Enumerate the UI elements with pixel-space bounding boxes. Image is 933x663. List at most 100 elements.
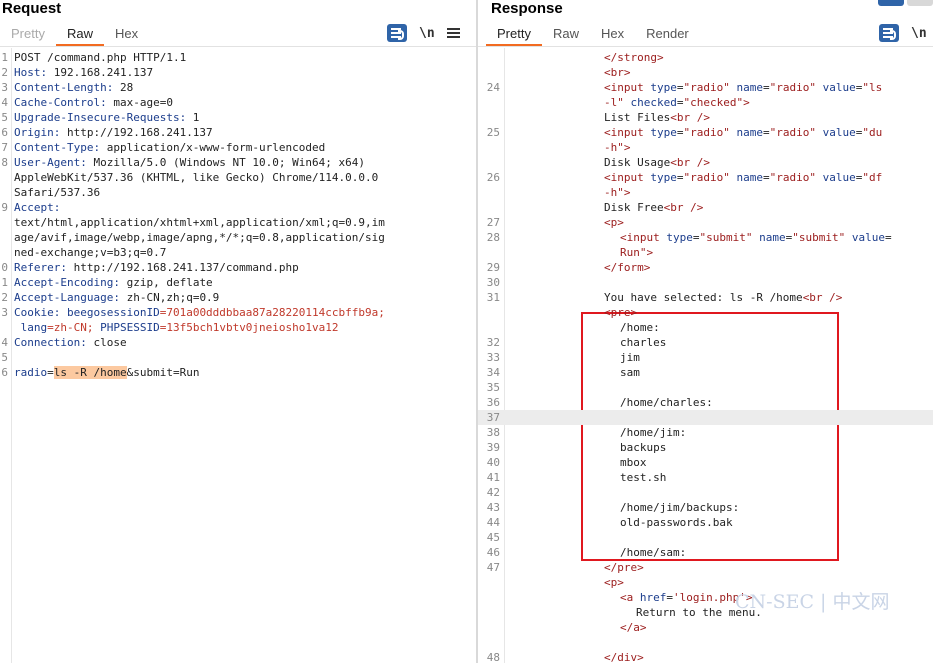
- code-line: 1 POST /command.php HTTP/1.1: [0, 50, 476, 65]
- layout-split-icon[interactable]: [878, 0, 904, 6]
- code-token: Origin:: [14, 126, 61, 139]
- watermark: CN-SEC | 中文网: [735, 591, 890, 613]
- code-line: 2 Accept-Language: zh-CN,zh;q=0.9: [0, 290, 476, 305]
- code-token: Run": [620, 246, 647, 259]
- code-token: old-passwords.bak: [620, 516, 733, 529]
- code-line: 3 Content-Length: 28: [0, 80, 476, 95]
- line-text: <p>: [604, 215, 624, 230]
- line-text: mbox: [620, 455, 647, 470]
- line-number: 36: [486, 396, 500, 409]
- code-line: /home:: [478, 320, 933, 335]
- show-newlines-button[interactable]: \n: [911, 26, 927, 41]
- code-line: 41 test.sh: [478, 470, 933, 485]
- line-number: 26: [486, 171, 500, 184]
- line-text: lang=zh-CN; PHPSESSID=13f5bch1vbtv0jneio…: [14, 320, 339, 335]
- code-token: "df: [862, 171, 883, 184]
- code-token: =: [762, 126, 770, 139]
- line-text: /home:: [620, 320, 660, 335]
- request-editor[interactable]: 1 POST /command.php HTTP/1.1 2 Host: 192.16…: [0, 48, 476, 663]
- code-token: Safari/537.36: [14, 186, 101, 199]
- code-token: test.sh: [620, 471, 667, 484]
- line-text: ned-exchange;v=b3;q=0.7: [14, 245, 166, 260]
- line-text: charles: [620, 335, 666, 350]
- line-text: You have selected: ls -R /home<br />: [604, 290, 842, 305]
- line-text: Host: 192.168.241.137: [14, 65, 153, 80]
- line-number: 2: [1, 66, 8, 79]
- code-token: name: [729, 171, 763, 184]
- code-line: <pre>: [478, 305, 933, 320]
- line-text: radio=ls -R /home&submit=Run: [14, 365, 199, 380]
- line-number: 45: [486, 531, 500, 544]
- code-token: /home/jim/backups:: [620, 501, 740, 514]
- code-token: -h": [604, 186, 624, 199]
- code-token: gzip, deflate: [119, 276, 213, 289]
- line-text: /home/jim/backups:: [620, 500, 739, 515]
- line-text: <input type="radio" name="radio" value="…: [604, 170, 882, 185]
- response-editor[interactable]: </strong> <br> 24 <input type="radio" name=…: [478, 48, 933, 663]
- tab-render[interactable]: Render: [635, 26, 700, 46]
- code-token: </div>: [604, 651, 644, 663]
- code-token: Accept-Encoding:: [14, 276, 120, 289]
- code-token: <br>: [604, 66, 631, 79]
- line-number: 2: [1, 291, 8, 304]
- code-token: =: [762, 81, 770, 94]
- code-token: name: [752, 231, 786, 244]
- request-toolbar: \n: [387, 24, 460, 42]
- line-number: 31: [486, 291, 500, 304]
- tab-raw[interactable]: Raw: [55, 26, 104, 46]
- code-token: <input: [604, 171, 644, 184]
- code-token: beegosessionID: [60, 306, 160, 319]
- code-token: >: [623, 186, 631, 199]
- wrap-lines-icon[interactable]: [879, 24, 899, 42]
- code-token: "du: [862, 126, 883, 139]
- code-token: =: [884, 231, 892, 244]
- code-line: 24 <input type="radio" name="radio" value…: [478, 80, 933, 95]
- line-number: 6: [1, 366, 8, 379]
- line-text: -h">: [604, 140, 631, 155]
- code-line: -l" checked="checked">: [478, 95, 933, 110]
- line-number: 43: [486, 501, 500, 514]
- show-newlines-button[interactable]: \n: [419, 26, 435, 41]
- tab-raw[interactable]: Raw: [542, 26, 590, 46]
- code-token: 1: [186, 111, 200, 124]
- code-token: /home/charles:: [620, 396, 713, 409]
- code-token: Accept:: [14, 201, 61, 214]
- code-token: &submit=Run: [126, 366, 200, 379]
- code-token: "submit": [699, 231, 753, 244]
- line-number: 48: [486, 651, 500, 663]
- code-line: 1 Accept-Encoding: gzip, deflate: [0, 275, 476, 290]
- code-token: checked: [623, 96, 677, 109]
- line-number: 46: [486, 546, 500, 559]
- tab-hex[interactable]: Hex: [104, 26, 149, 46]
- code-token: zh-CN,zh;q=0.9: [119, 291, 220, 304]
- code-line: AppleWebKit/537.36 (KHTML, like Gecko) C…: [0, 170, 476, 185]
- line-text: </strong>: [604, 50, 664, 65]
- code-token: =: [47, 366, 54, 379]
- line-number: 47: [486, 561, 500, 574]
- line-text: Run">: [620, 245, 653, 260]
- menu-icon[interactable]: [446, 28, 460, 38]
- code-line: 5: [0, 350, 476, 365]
- code-line: text/html,application/xhtml+xml,applicat…: [0, 215, 476, 230]
- code-token: value: [815, 126, 856, 139]
- code-line: 42: [478, 485, 933, 500]
- tab-hex[interactable]: Hex: [590, 26, 635, 46]
- line-text: Disk Usage<br />: [604, 155, 710, 170]
- tab-pretty[interactable]: Pretty: [0, 26, 56, 46]
- code-token: "submit": [792, 231, 846, 244]
- code-token: http://192.168.241.137/command.php: [66, 261, 299, 274]
- line-number: 35: [486, 381, 500, 394]
- line-number: 9: [1, 201, 8, 214]
- line-number: 28: [486, 231, 500, 244]
- wrap-lines-icon[interactable]: [387, 24, 407, 42]
- code-token: name: [729, 126, 763, 139]
- line-text: Safari/537.36: [14, 185, 100, 200]
- line-text: Accept:: [14, 200, 60, 215]
- layout-stack-icon[interactable]: [907, 0, 933, 6]
- tab-pretty[interactable]: Pretty: [486, 26, 542, 46]
- code-line: 32 charles: [478, 335, 933, 350]
- code-token: You have selected: ls -R /home: [604, 291, 803, 304]
- code-line: Run">: [478, 245, 933, 260]
- code-line: 35: [478, 380, 933, 395]
